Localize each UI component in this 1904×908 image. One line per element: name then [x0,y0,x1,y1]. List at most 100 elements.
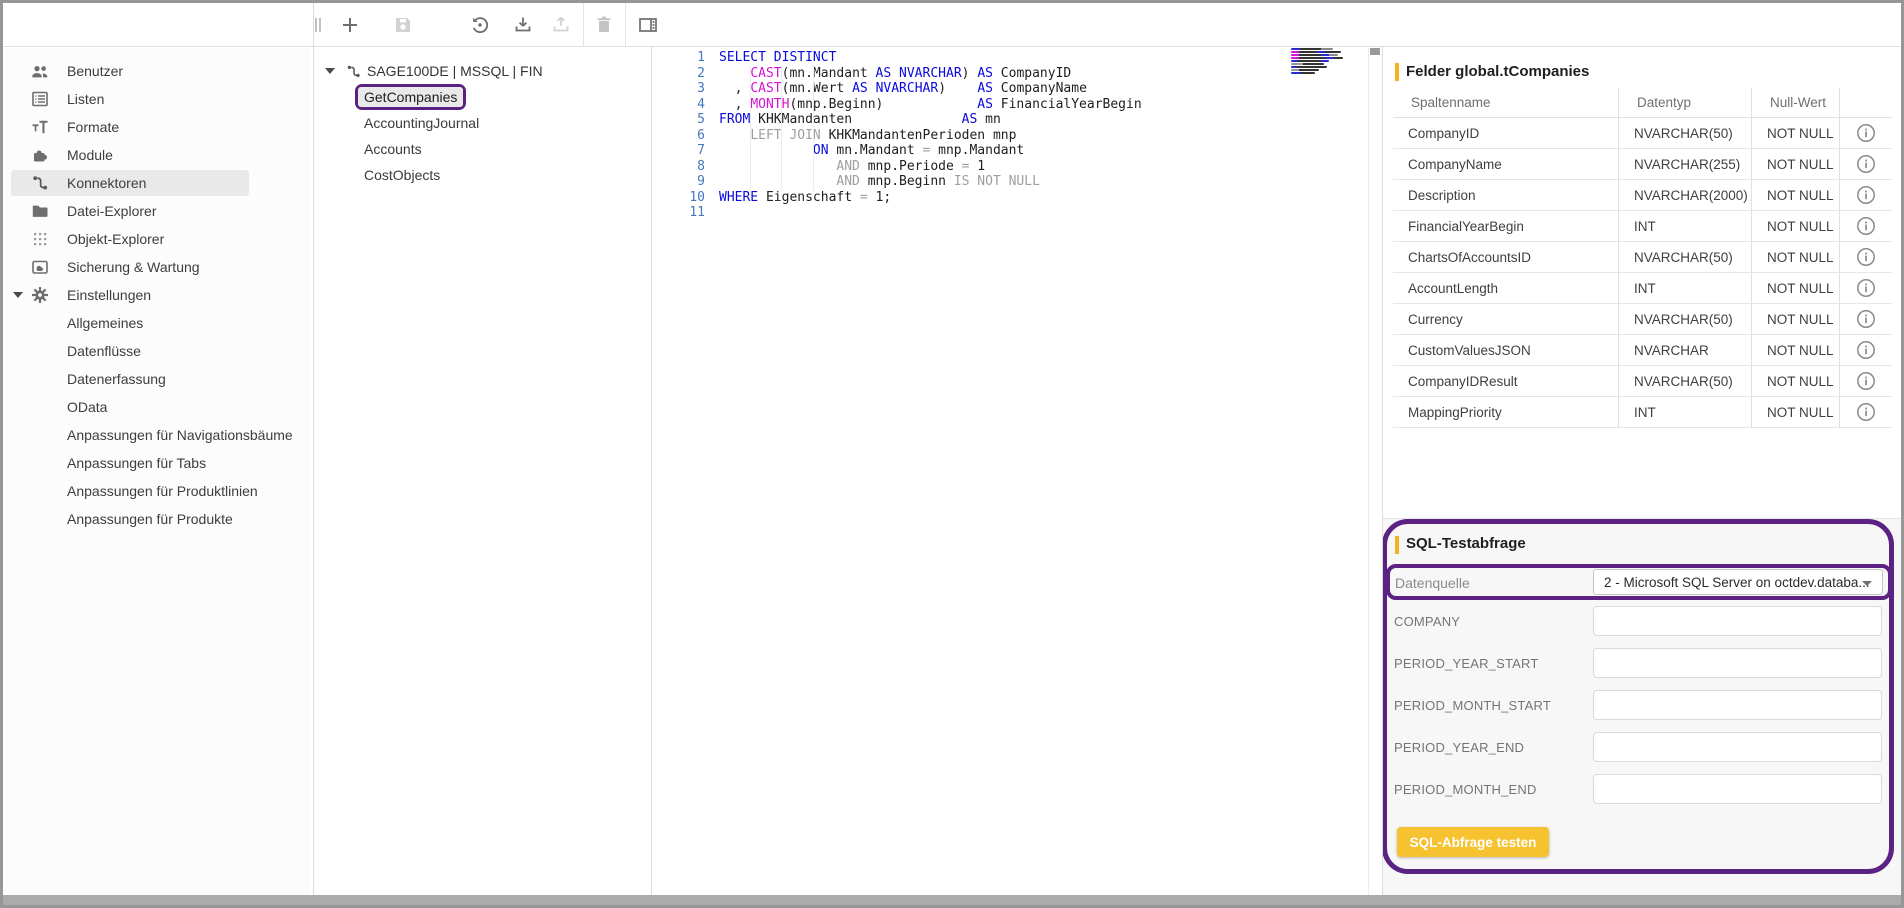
delete-button[interactable] [592,13,616,37]
param-input[interactable] [1593,774,1882,804]
cell-null-wert: NOT NULL [1751,273,1839,303]
cell-spaltenname: ChartsOfAccountsID [1393,242,1618,272]
param-row: COMPANY [1383,606,1893,636]
sql-test-button[interactable]: SQL-Abfrage testen [1397,827,1549,857]
sidebar-nav: Benutzer Listen Formate Module Konnektor… [3,48,310,895]
info-icon[interactable] [1839,273,1892,303]
sidebar-subitem[interactable]: Anpassungen für Navigationsbäume [3,421,310,449]
sidebar-item-objekt-explorer[interactable]: Objekt-Explorer [3,225,310,253]
cell-datentyp: NVARCHAR(50) [1618,118,1751,148]
param-input[interactable] [1593,648,1882,678]
info-icon[interactable] [1839,118,1892,148]
info-icon[interactable] [1839,304,1892,334]
sidebar-item-benutzer[interactable]: Benutzer [3,57,310,85]
tree-children: GetCompanies AccountingJournal Accounts … [314,84,651,188]
indent-guide [813,65,814,191]
tree-item[interactable]: CostObjects [314,162,651,188]
sidebar-subitem[interactable]: Datenerfassung [3,365,310,393]
connector-tree: SAGE100DE | MSSQL | FIN GetCompanies Acc… [314,48,651,895]
sidebar-subitem[interactable]: Anpassungen für Produktlinien [3,477,310,505]
toolbar-separator [625,3,626,47]
fields-table-body: CompanyID NVARCHAR(50) NOT NULL CompanyN… [1393,118,1892,428]
sidebar-item-einstellungen[interactable]: Einstellungen [3,281,310,309]
editor-scrollbar-thumb[interactable] [1370,48,1380,55]
cell-spaltenname: CustomValuesJSON [1393,335,1618,365]
info-icon[interactable] [1839,149,1892,179]
sidebar-item-formate[interactable]: Formate [3,113,310,141]
table-row: Currency NVARCHAR(50) NOT NULL [1393,304,1892,335]
editor-scrollbar[interactable] [1368,48,1369,895]
cell-null-wert: NOT NULL [1751,335,1839,365]
list-icon [30,89,50,109]
sidebar-item-datei-explorer[interactable]: Datei-Explorer [3,197,310,225]
grid-icon [30,229,50,249]
connector-icon [345,63,362,80]
datasource-label: Datenquelle [1395,575,1470,591]
info-icon[interactable] [1839,211,1892,241]
tree-item[interactable]: Accounts [314,136,651,162]
chevron-down-icon [13,292,23,298]
module-icon [30,145,50,165]
sidebar-item-listen[interactable]: Listen [3,85,310,113]
indent-guide [781,65,782,191]
datasource-dropdown[interactable]: 2 - Microsoft SQL Server on octdev.datab… [1593,569,1883,595]
annotation-ring: GetCompanies [355,84,466,110]
param-input[interactable] [1593,690,1882,720]
cell-null-wert: NOT NULL [1751,304,1839,334]
sql-editor[interactable]: 1234567891011 SELECT DISTINCT CAST(mn.Ma… [652,48,1382,895]
param-input[interactable] [1593,606,1882,636]
tree-item[interactable]: GetCompanies [314,84,651,110]
tree-root-sage100de[interactable]: SAGE100DE | MSSQL | FIN [314,58,651,84]
tree-item[interactable]: AccountingJournal [314,110,651,136]
param-label: COMPANY [1394,614,1460,629]
info-icon[interactable] [1839,335,1892,365]
cell-datentyp: NVARCHAR [1618,335,1751,365]
info-icon[interactable] [1839,397,1892,427]
indent-guide [750,65,751,191]
sidebar-subitem[interactable]: Anpassungen für Tabs [3,449,310,477]
sidebar-divider[interactable] [313,3,314,895]
info-icon[interactable] [1839,180,1892,210]
sidebar-subitem[interactable]: OData [3,393,310,421]
param-input[interactable] [1593,732,1882,762]
annotation-ring: CostObjects [355,162,449,188]
info-icon[interactable] [1839,366,1892,396]
editor-minimap[interactable] [1291,48,1349,75]
toggle-right-panel-button[interactable] [636,13,660,37]
info-icon[interactable] [1839,242,1892,272]
splitter-handle-icon[interactable] [306,13,330,37]
table-row: CustomValuesJSON NVARCHAR NOT NULL [1393,335,1892,366]
add-button[interactable] [338,13,362,37]
history-restore-button[interactable] [468,13,492,37]
sidebar-item-konnektoren[interactable]: Konnektoren [3,169,310,197]
cell-datentyp: NVARCHAR(2000) [1618,180,1751,210]
tree-editor-divider[interactable] [651,47,652,895]
param-label: PERIOD_MONTH_END [1394,782,1537,797]
sidebar-item-module[interactable]: Module [3,141,310,169]
param-label: PERIOD_MONTH_START [1394,698,1551,713]
sidebar-subitem[interactable]: Allgemeines [3,309,310,337]
upload-button[interactable] [549,13,573,37]
editor-rightpanel-divider[interactable] [1382,47,1383,895]
cell-spaltenname: CompanyName [1393,149,1618,179]
annotation-ring: Accounts [355,136,431,162]
cell-spaltenname: CompanyID [1393,118,1618,148]
col-spaltenname: Spaltenname [1393,88,1618,117]
chevron-down-icon [1862,581,1872,586]
table-row: MappingPriority INT NOT NULL [1393,397,1892,428]
sidebar-subitem[interactable]: Anpassungen für Produkte [3,505,310,533]
cell-null-wert: NOT NULL [1751,242,1839,272]
code-gutter: 1234567891011 [673,50,705,221]
param-row: PERIOD_MONTH_START [1383,690,1893,720]
param-label: PERIOD_YEAR_END [1394,740,1524,755]
cell-datentyp: NVARCHAR(255) [1618,149,1751,179]
datasource-value: 2 - Microsoft SQL Server on octdev.datab… [1604,575,1870,590]
format-icon [30,117,50,137]
annotation-ring: AccountingJournal [355,110,488,136]
code-lines[interactable]: SELECT DISTINCT CAST(mn.Mandant AS NVARC… [719,50,1142,221]
sidebar-subitem[interactable]: Datenflüsse [3,337,310,365]
sidebar-item-sicherung-wartung[interactable]: Sicherung & Wartung [3,253,310,281]
download-button[interactable] [511,13,535,37]
save-button[interactable] [391,13,415,37]
table-row: CompanyID NVARCHAR(50) NOT NULL [1393,118,1892,149]
